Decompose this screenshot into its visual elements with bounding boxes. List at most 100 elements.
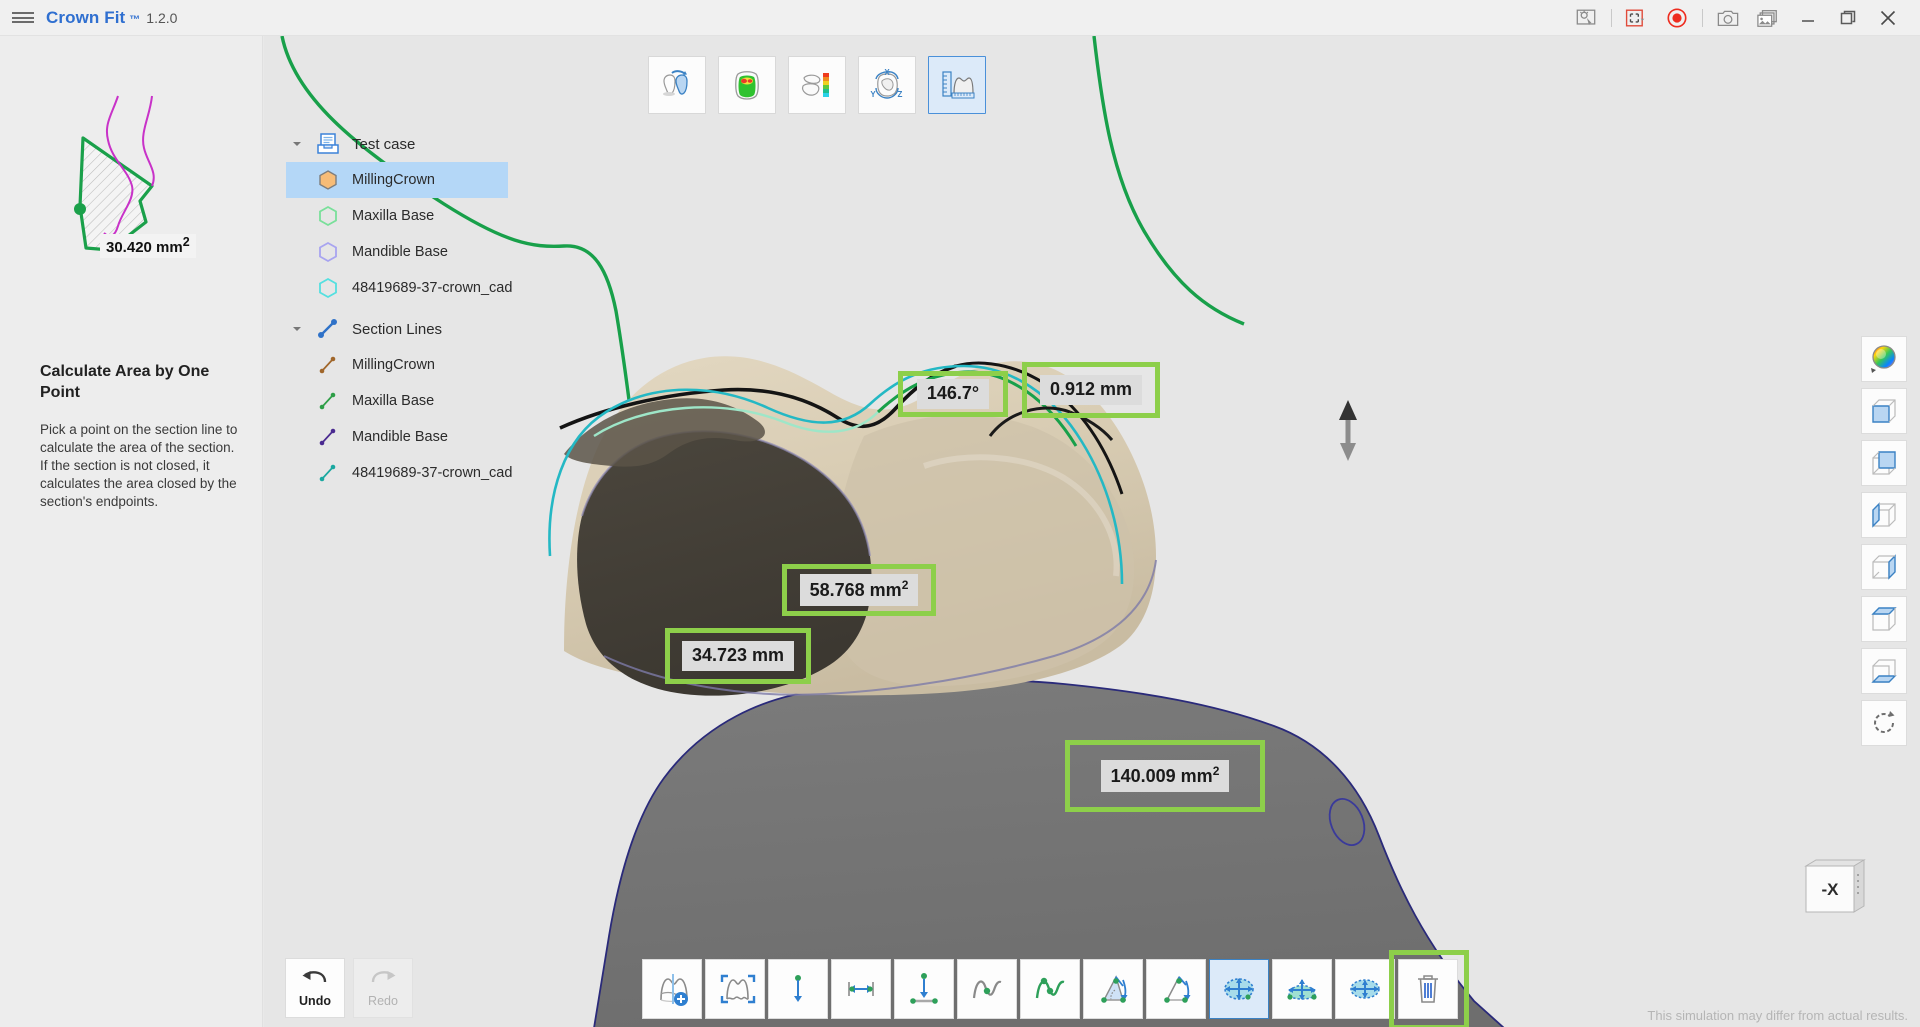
hexagon-icon xyxy=(308,204,348,228)
tree-item-label: Maxilla Base xyxy=(352,208,435,224)
view-mode-toolbar[interactable]: X Y Z xyxy=(648,56,986,114)
align-models-icon[interactable] xyxy=(648,56,706,114)
screen-annotate-icon[interactable] xyxy=(1566,0,1606,36)
tree-item-section-mandible[interactable]: Mandible Base xyxy=(286,419,606,455)
area-closed-icon[interactable] xyxy=(1335,959,1395,1019)
orientation-cube[interactable]: -X xyxy=(1800,856,1872,927)
area-measurement-label-inner[interactable]: 58.768 mm2 xyxy=(782,564,936,616)
axis-orientation-icon[interactable]: X Y Z xyxy=(858,56,916,114)
camera-icon[interactable] xyxy=(1708,0,1748,36)
measurement-value: 58.768 mm2 xyxy=(799,574,919,606)
undo-label: Undo xyxy=(299,994,331,1008)
horizontal-distance-icon[interactable] xyxy=(831,959,891,1019)
add-section-icon[interactable] xyxy=(642,959,702,1019)
redo-button: Redo xyxy=(353,958,413,1018)
angle-measurement-label[interactable]: 146.7° xyxy=(898,371,1008,417)
tree-item-section-crown-cad[interactable]: 48419689-37-crown_cad xyxy=(286,455,606,491)
hexagon-icon xyxy=(308,168,348,192)
tree-item-section-millingcrown[interactable]: MillingCrown xyxy=(286,347,606,383)
measurement-tools-toolbar[interactable] xyxy=(642,950,1469,1027)
case-box-icon xyxy=(308,131,348,157)
area-two-point-icon[interactable] xyxy=(1272,959,1332,1019)
line-segment-icon xyxy=(308,389,348,413)
tree-item-label: 48419689-37-crown_cad xyxy=(352,280,513,296)
hamburger-menu-icon[interactable] xyxy=(0,0,46,36)
area-measurement-label-base[interactable]: 140.009 mm2 xyxy=(1065,740,1265,812)
cube-bottom-icon[interactable] xyxy=(1861,648,1907,694)
color-wheel-icon[interactable] xyxy=(1861,336,1907,382)
thickness-scale-icon[interactable] xyxy=(788,56,846,114)
chevron-down-icon[interactable] xyxy=(286,138,308,150)
tree-item-millingcrown[interactable]: MillingCrown xyxy=(286,162,508,198)
tree-item-crown-cad[interactable]: 48419689-37-crown_cad xyxy=(286,270,606,306)
help-title: Calculate Area by One Point xyxy=(40,363,210,401)
measurement-value: 0.912 mm xyxy=(1039,375,1143,405)
curve-point-green-icon[interactable] xyxy=(1020,959,1080,1019)
line-segment-icon xyxy=(308,461,348,485)
cube-front-icon[interactable] xyxy=(1861,388,1907,434)
cube-face-label: -X xyxy=(1822,880,1840,899)
hexagon-icon xyxy=(308,276,348,300)
distance-measurement-label-2[interactable]: 34.723 mm xyxy=(665,628,811,684)
toolbar-divider xyxy=(1611,8,1612,27)
undo-button[interactable]: Undo xyxy=(285,958,345,1018)
application-window: Crown Fit ™ 1.2.0 30.420 mm2 Calculate A… xyxy=(0,0,1920,1027)
line-segment-icon xyxy=(308,425,348,449)
area-one-point-icon[interactable] xyxy=(1209,959,1269,1019)
svg-text:Y: Y xyxy=(870,90,876,99)
page-title: Crown Fit ™ 1.2.0 xyxy=(46,8,177,28)
hexagon-icon xyxy=(308,240,348,264)
record-icon[interactable] xyxy=(1657,0,1697,36)
tree-item-label: MillingCrown xyxy=(352,357,435,373)
3d-viewport[interactable]: Test case MillingCrown Maxilla Base Mand… xyxy=(264,36,1920,1027)
line-segment-icon xyxy=(308,353,348,377)
tree-item-maxilla-base[interactable]: Maxilla Base xyxy=(286,198,606,234)
chevron-down-icon[interactable] xyxy=(286,323,308,335)
view-orientation-toolbar[interactable] xyxy=(1861,336,1907,746)
tree-item-label: 48419689-37-crown_cad xyxy=(352,465,513,481)
angle-three-point-icon[interactable] xyxy=(1146,959,1206,1019)
cube-top-icon[interactable] xyxy=(1861,596,1907,642)
section-curve-right xyxy=(1092,36,1245,326)
window-controls xyxy=(1566,0,1920,36)
tree-item-label: MillingCrown xyxy=(352,172,435,188)
angle-arc-icon[interactable] xyxy=(1083,959,1143,1019)
trademark-label: ™ xyxy=(129,13,141,26)
contact-map-icon[interactable] xyxy=(718,56,776,114)
cube-left-icon[interactable] xyxy=(1861,492,1907,538)
redo-arrow-icon xyxy=(368,968,398,993)
tree-group-label: Test case xyxy=(352,135,416,153)
preview-area-label: 30.420 mm2 xyxy=(106,235,190,256)
tree-item-mandible-base[interactable]: Mandible Base xyxy=(286,234,606,270)
minimize-icon[interactable] xyxy=(1788,0,1828,36)
left-help-panel: 30.420 mm2 Calculate Area by One Point P… xyxy=(0,36,263,1027)
tree-group-label: Section Lines xyxy=(352,320,443,338)
gallery-icon[interactable] xyxy=(1748,0,1788,36)
capture-region-icon[interactable] xyxy=(1617,0,1657,36)
delete-icon[interactable] xyxy=(1389,950,1469,1027)
reset-view-icon[interactable] xyxy=(1861,700,1907,746)
undo-redo-group[interactable]: Undo Redo xyxy=(285,958,413,1018)
svg-text:Z: Z xyxy=(898,90,903,99)
title-bar: Crown Fit ™ 1.2.0 xyxy=(0,0,1920,36)
select-section-icon[interactable] xyxy=(705,959,765,1019)
tree-item-section-maxilla[interactable]: Maxilla Base xyxy=(286,383,606,419)
tree-group-section-lines[interactable]: Section Lines xyxy=(286,311,606,347)
disclaimer-text: This simulation may differ from actual r… xyxy=(1647,1008,1908,1023)
measure-ruler-icon[interactable] xyxy=(928,56,986,114)
vertical-distance-icon[interactable] xyxy=(768,959,828,1019)
tree-item-label: Mandible Base xyxy=(352,244,448,260)
tree-group-test-case[interactable]: Test case xyxy=(286,126,606,162)
cube-back-icon[interactable] xyxy=(1861,440,1907,486)
distance-measurement-label[interactable]: 0.912 mm xyxy=(1022,362,1160,418)
cube-right-icon[interactable] xyxy=(1861,544,1907,590)
tree-item-label: Maxilla Base xyxy=(352,393,435,409)
undo-arrow-icon xyxy=(300,968,330,993)
curve-point-gray-icon[interactable] xyxy=(957,959,1017,1019)
help-description: Pick a point on the section line to calc… xyxy=(40,422,238,509)
model-tree[interactable]: Test case MillingCrown Maxilla Base Mand… xyxy=(286,126,606,491)
app-name-label: Crown Fit xyxy=(46,7,126,27)
close-icon[interactable] xyxy=(1868,0,1908,36)
maximize-icon[interactable] xyxy=(1828,0,1868,36)
point-to-line-icon[interactable] xyxy=(894,959,954,1019)
